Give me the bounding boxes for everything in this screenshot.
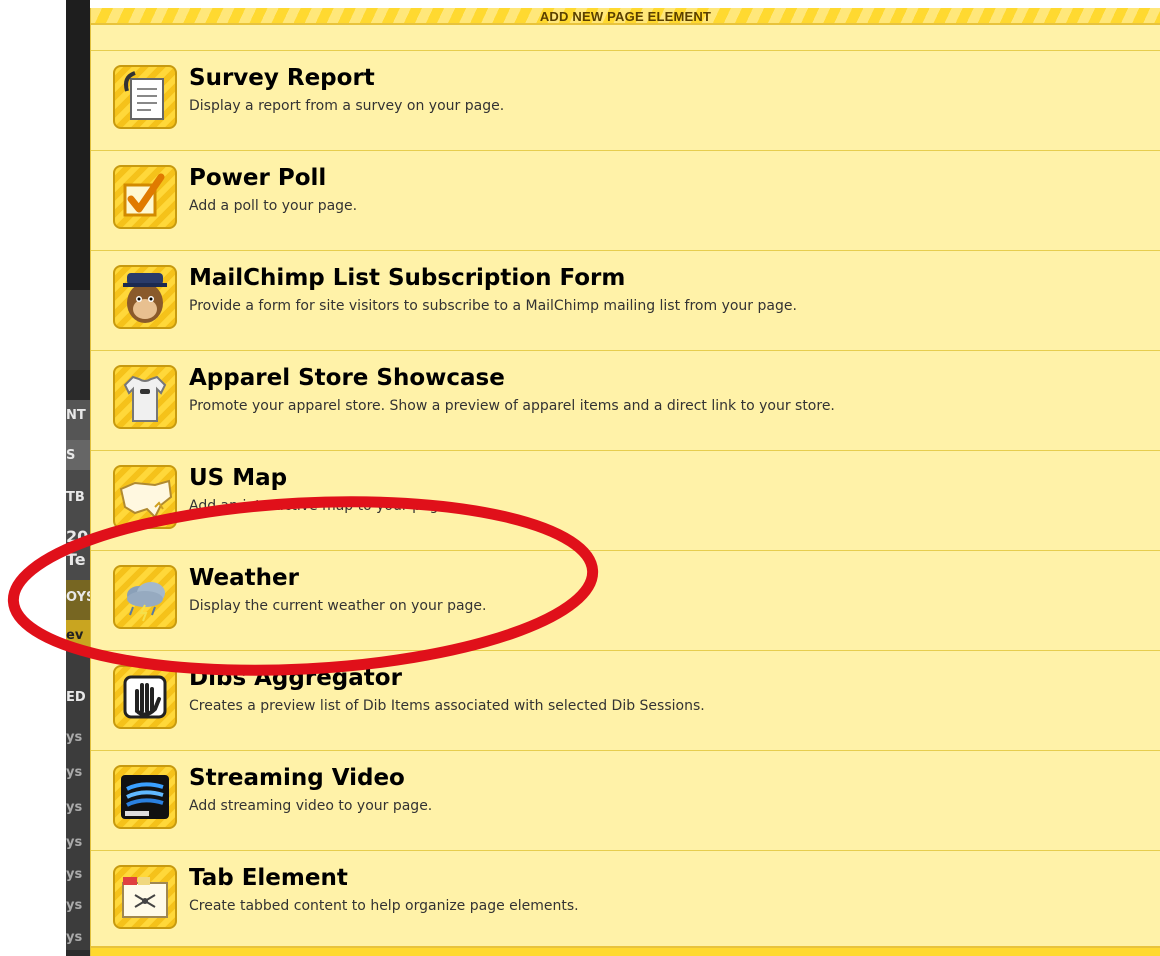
bg-fragment: ys [66, 930, 83, 945]
element-option-tab-element[interactable]: Tab Element Create tabbed content to hel… [91, 850, 1160, 950]
element-description: Promote your apparel store. Show a previ… [189, 398, 835, 414]
element-title: MailChimp List Subscription Form [189, 265, 626, 291]
bg-fragment: ys [66, 898, 83, 913]
element-option-dibs-aggregator[interactable]: Dibs Aggregator Creates a preview list o… [91, 650, 1160, 750]
background-page-strip: NT S TB 20 Te OYS ev ED ys ys ys ys ys y… [66, 0, 90, 956]
panel-bottom-bar [91, 946, 1160, 956]
bg-fragment: S [66, 448, 76, 463]
element-option-mailchimp-form[interactable]: MailChimp List Subscription Form Provide… [91, 250, 1160, 350]
element-title: Dibs Aggregator [189, 665, 402, 691]
bg-fragment: ys [66, 835, 83, 850]
bg-fragment: ys [66, 867, 83, 882]
weather-icon [113, 565, 177, 629]
element-option-weather[interactable]: Weather Display the current weather on y… [91, 550, 1160, 650]
element-title: Apparel Store Showcase [189, 365, 505, 391]
power-poll-icon [113, 165, 177, 229]
bg-fragment: Te [66, 550, 86, 569]
bg-fragment: ev [66, 628, 84, 643]
dibs-hand-icon [113, 665, 177, 729]
us-map-icon [113, 465, 177, 529]
add-page-element-panel: ADD NEW PAGE ELEMENT Survey Report Displ… [90, 8, 1160, 956]
element-title: Survey Report [189, 65, 375, 91]
element-title: Power Poll [189, 165, 327, 191]
element-option-survey-report[interactable]: Survey Report Display a report from a su… [91, 50, 1160, 150]
bg-fragment: ED [66, 690, 86, 705]
bg-fragment: ys [66, 730, 83, 745]
bg-fragment: 20 [66, 527, 89, 546]
element-title: Tab Element [189, 865, 348, 891]
bg-fragment: TB [66, 490, 85, 505]
bg-fragment: NT [66, 408, 86, 423]
element-title: US Map [189, 465, 288, 491]
element-title: Streaming Video [189, 765, 405, 791]
element-description: Add streaming video to your page. [189, 798, 433, 814]
element-description: Display the current weather on your page… [189, 598, 487, 614]
element-description: Creates a preview list of Dib Items asso… [189, 698, 705, 714]
panel-header: ADD NEW PAGE ELEMENT [91, 8, 1160, 25]
bg-fragment: ys [66, 800, 83, 815]
bg-fragment: ys [66, 765, 83, 780]
element-description: Display a report from a survey on your p… [189, 98, 505, 114]
element-description: Add an interactive map to your page. [189, 498, 452, 514]
survey-report-icon [113, 65, 177, 129]
element-option-us-map[interactable]: US Map Add an interactive map to your pa… [91, 450, 1160, 550]
element-option-apparel-store[interactable]: Apparel Store Showcase Promote your appa… [91, 350, 1160, 450]
panel-title: ADD NEW PAGE ELEMENT [539, 9, 712, 24]
element-title: Weather [189, 565, 299, 591]
tab-element-icon [113, 865, 177, 929]
tshirt-icon [113, 365, 177, 429]
bg-fragment: OYS [66, 590, 90, 605]
element-description: Provide a form for site visitors to subs… [189, 298, 797, 314]
element-option-power-poll[interactable]: Power Poll Add a poll to your page. [91, 150, 1160, 250]
element-description: Create tabbed content to help organize p… [189, 898, 579, 914]
element-option-streaming-video[interactable]: Streaming Video Add streaming video to y… [91, 750, 1160, 850]
streaming-video-icon [113, 765, 177, 829]
mailchimp-icon [113, 265, 177, 329]
element-description: Add a poll to your page. [189, 198, 358, 214]
